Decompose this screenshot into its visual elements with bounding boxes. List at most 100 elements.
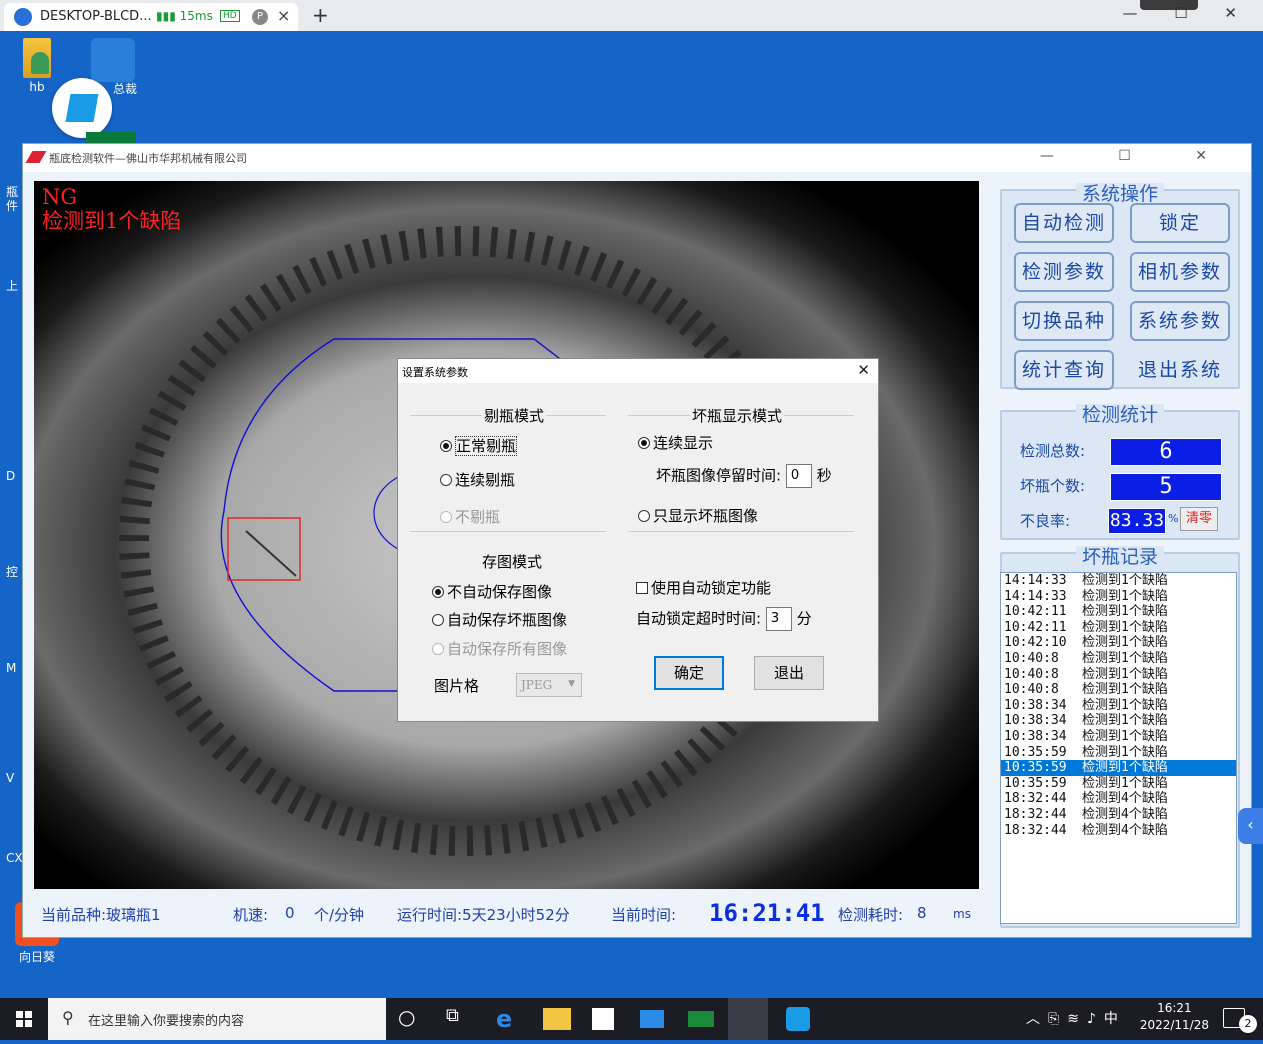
system-tray-icons[interactable]: ︿⎘≋♪中 [1026, 1008, 1126, 1028]
user-folder-icon [23, 38, 51, 78]
new-tab-button[interactable]: + [312, 3, 329, 27]
record-row[interactable]: 10:42:11 检测到1个缺陷 [1001, 604, 1236, 620]
session-tab[interactable]: DESKTOP-BLCD... ▮▮▮ 15ms HD P × [4, 3, 298, 31]
taskbar-clock[interactable]: 16:21 2022/11/28 [1140, 1000, 1209, 1034]
record-time: 10:42:11 [1004, 604, 1067, 620]
hd-badge[interactable]: HD [220, 10, 240, 22]
exit-button[interactable]: 退出 [754, 656, 824, 690]
session-tab-title: DESKTOP-BLCD... [40, 9, 152, 24]
record-row[interactable]: 10:38:34 检测到1个缺陷 [1001, 713, 1236, 729]
app-title: 瓶底检测软件—佛山市华邦机械有限公司 [49, 152, 247, 165]
notification-count: 2 [1239, 1015, 1257, 1033]
radio-icon [440, 474, 452, 486]
record-row[interactable]: 14:14:33 检测到1个缺陷 [1001, 573, 1236, 589]
session-window-controls[interactable]: — ☐ ✕ [1122, 4, 1253, 22]
stay-time-input[interactable]: 0 [785, 464, 812, 488]
clock-time: 16:21 [1157, 1001, 1192, 1015]
stats-query-button[interactable]: 统计查询 [1014, 350, 1114, 390]
record-row[interactable]: 10:42:11 检测到1个缺陷 [1001, 620, 1236, 636]
auto-detect-button[interactable]: 自动检测 [1014, 203, 1114, 243]
chevron-left-icon[interactable]: ‹ [1238, 808, 1263, 844]
system-ops-title: 系统操作 [1002, 179, 1238, 206]
stats-title-text: 检测统计 [1075, 404, 1164, 426]
display-continuous-radio[interactable]: 连续显示 [638, 432, 713, 453]
inspection-app-taskbar-icon[interactable] [728, 998, 768, 1040]
current-time: 16:21:41 [709, 899, 825, 927]
exit-system-button[interactable]: 退出系统 [1130, 350, 1230, 390]
record-row[interactable]: 18:32:44 检测到4个缺陷 [1001, 807, 1236, 823]
switch-product-button[interactable]: 切换品种 [1014, 301, 1114, 341]
image-format-select[interactable]: JPEG ▼ [516, 673, 582, 697]
total-label: 检测总数: [1020, 442, 1086, 460]
bad-records-list[interactable]: 14:14:33 检测到1个缺陷 14:14:33 检测到1个缺陷 10:42:11 检测… [1000, 572, 1237, 924]
file-explorer-icon[interactable] [543, 1008, 571, 1030]
save-all-radio[interactable]: 自动保存所有图像 [432, 638, 567, 659]
stay-time-label: 坏瓶图像停留时间: [656, 466, 782, 485]
sunlogin-taskbar-icon[interactable] [786, 1007, 810, 1031]
bad-label: 坏瓶个数: [1020, 477, 1086, 495]
record-row[interactable]: 10:40:8 检测到1个缺陷 [1001, 682, 1236, 698]
detect-params-button[interactable]: 检测参数 [1014, 252, 1114, 292]
start-button[interactable] [0, 998, 48, 1040]
speed-unit: 个/分钟 [314, 906, 365, 924]
edge-browser-icon[interactable]: e [496, 1005, 524, 1033]
save-bad-radio[interactable]: 自动保存坏瓶图像 [432, 609, 567, 630]
record-row[interactable]: 10:35:59 检测到1个缺陷 [1001, 776, 1236, 792]
record-row[interactable]: 10:38:34 检测到1个缺陷 [1001, 698, 1236, 714]
display-only-bad-radio[interactable]: 只显示坏瓶图像 [638, 505, 758, 526]
ime-indicator[interactable]: 中 [1104, 1011, 1126, 1027]
radio-icon [432, 614, 444, 626]
task-view-icon[interactable]: ⧉ [446, 1005, 474, 1033]
record-message: 检测到4个缺陷 [1082, 822, 1168, 838]
mail-icon[interactable] [640, 1010, 664, 1028]
system-params-button[interactable]: 系统参数 [1130, 301, 1230, 341]
cortana-icon[interactable]: ○ [398, 1005, 426, 1033]
record-time: 10:38:34 [1004, 713, 1067, 729]
lock-timeout-input[interactable]: 3 [765, 607, 792, 631]
camera-params-button[interactable]: 相机参数 [1130, 252, 1230, 292]
search-placeholder: 在这里输入你要搜索的内容 [88, 1014, 245, 1029]
image-format-value: JPEG [521, 678, 553, 692]
record-row[interactable]: 10:40:8 检测到1个缺陷 [1001, 667, 1236, 683]
record-row[interactable]: 10:40:8 检测到1个缺陷 [1001, 651, 1236, 667]
ok-button[interactable]: 确定 [654, 656, 724, 690]
record-row[interactable]: 10:35:59 检测到1个缺陷 [1001, 760, 1236, 776]
record-row[interactable]: 18:32:44 检测到4个缺陷 [1001, 791, 1236, 807]
sunlogin-floating-icon[interactable] [52, 78, 112, 138]
record-message: 检测到1个缺陷 [1082, 775, 1168, 791]
record-time: 10:35:59 [1004, 744, 1067, 760]
reject-none-radio[interactable]: 不剔瓶 [440, 506, 500, 527]
chevron-up-icon[interactable]: ︿ [1026, 1011, 1048, 1027]
p-badge[interactable]: P [252, 9, 268, 25]
dialog-close-button[interactable]: ✕ [857, 361, 870, 379]
reject-continuous-radio[interactable]: 连续剔瓶 [440, 469, 515, 490]
save-none-radio[interactable]: 不自动保存图像 [432, 581, 552, 602]
taskbar-search[interactable]: ⚲ 在这里输入你要搜索的内容 [48, 998, 386, 1040]
divider [628, 531, 854, 532]
auto-lock-checkbox[interactable]: 使用自动锁定功能 [636, 577, 771, 598]
speed-value: 0 [285, 904, 295, 922]
record-row[interactable]: 14:14:33 检测到1个缺陷 [1001, 589, 1236, 605]
app-window-controls[interactable]: — ☐ ✕ [1040, 148, 1237, 164]
record-row[interactable]: 18:32:44 检测到4个缺陷 [1001, 823, 1236, 839]
reject-normal-radio[interactable]: 正常剔瓶 [440, 435, 518, 456]
clear-button[interactable]: 清零 [1180, 507, 1218, 531]
volume-icon[interactable]: ♪ [1087, 1011, 1104, 1027]
record-message: 检测到1个缺陷 [1082, 713, 1168, 729]
network-icon[interactable]: ⎘ [1048, 1011, 1067, 1027]
camera-app-icon[interactable] [688, 1011, 714, 1027]
record-message: 检测到1个缺陷 [1082, 650, 1168, 666]
record-row[interactable]: 10:42:10 检测到1个缺陷 [1001, 635, 1236, 651]
windows-logo-icon [16, 1011, 32, 1027]
record-time: 10:35:59 [1004, 775, 1067, 791]
desktop-icon-hb[interactable]: hb [14, 38, 60, 94]
lock-timeout-unit: 分 [796, 609, 812, 628]
reject-normal-label: 正常剔瓶 [455, 436, 518, 456]
checkbox-icon [636, 582, 648, 594]
record-row[interactable]: 10:38:34 检测到1个缺陷 [1001, 729, 1236, 745]
store-icon[interactable] [592, 1008, 614, 1030]
lock-button[interactable]: 锁定 [1130, 203, 1230, 243]
close-tab-button[interactable]: × [277, 6, 290, 25]
wifi-icon[interactable]: ≋ [1067, 1011, 1087, 1027]
record-row[interactable]: 10:35:59 检测到1个缺陷 [1001, 745, 1236, 761]
